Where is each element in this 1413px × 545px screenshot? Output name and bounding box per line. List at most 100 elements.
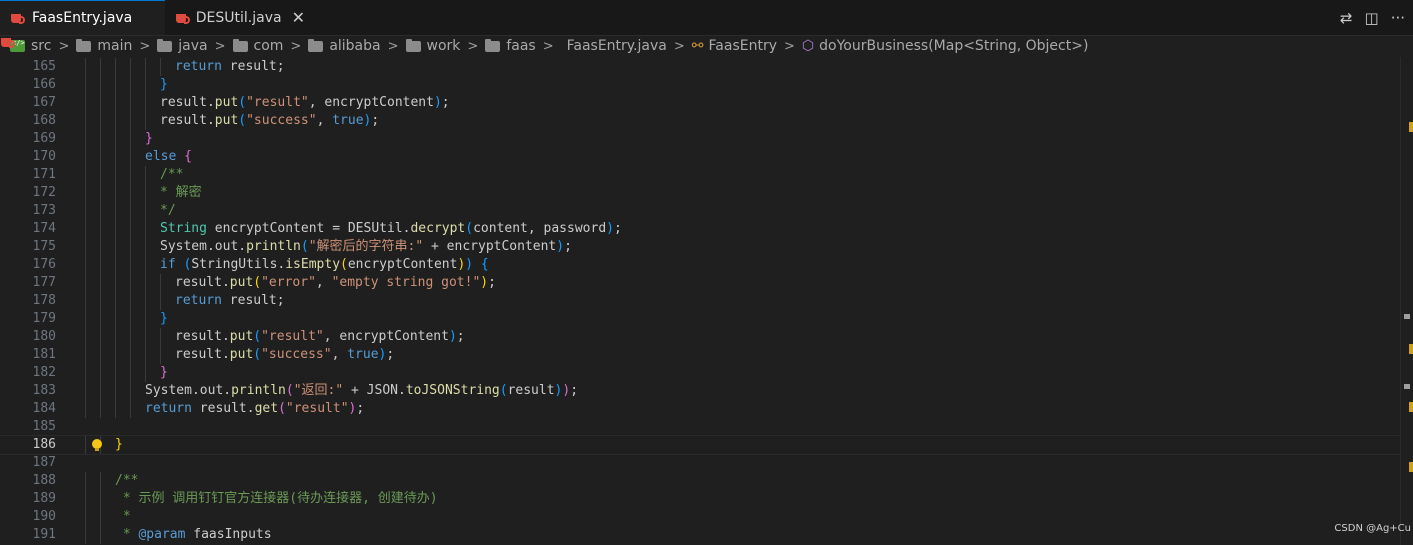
code-line[interactable]: 168 result.put("success", true); <box>0 112 1400 130</box>
breadcrumb-item-class[interactable]: ⚯ FaasEntry <box>692 38 777 54</box>
compare-changes-icon[interactable]: ⇄ <box>1340 9 1353 27</box>
line-number: 187 <box>32 455 56 470</box>
breadcrumb: src > main > java > com > alibaba > work… <box>0 35 1413 57</box>
indent-guide <box>130 238 131 256</box>
indent-guide <box>130 292 131 310</box>
breadcrumb-item-method[interactable]: ⬡ doYourBusiness(Map<String, Object>) <box>802 38 1089 54</box>
lightbulb-icon[interactable] <box>92 439 102 451</box>
code-line[interactable]: 178 return result; <box>0 292 1400 310</box>
overview-ruler-warning-marker <box>1409 344 1413 354</box>
code-token: ; <box>564 239 572 254</box>
code-line[interactable]: 166} <box>0 76 1400 94</box>
folder-icon <box>485 38 501 52</box>
code-token: */ <box>160 203 176 218</box>
code-line[interactable]: 173 */ <box>0 202 1400 220</box>
overview-ruler-warning-marker <box>1409 402 1413 412</box>
code-line[interactable]: 184 return result.get("result"); <box>0 400 1400 418</box>
code-text: * @param faasInputs <box>115 526 272 544</box>
code-line[interactable]: 180 result.put("result", encryptContent); <box>0 328 1400 346</box>
code-line[interactable]: 176 if (StringUtils.isEmpty(encryptConten… <box>0 256 1400 274</box>
indent-guide <box>115 292 116 310</box>
indent-guide <box>115 94 116 112</box>
close-icon[interactable]: ✕ <box>292 8 305 27</box>
indent-guide <box>100 346 101 364</box>
breadcrumb-item-file[interactable]: FaasEntry.java <box>561 38 667 54</box>
code-line[interactable]: 185 <box>0 418 1400 436</box>
indent-guide <box>85 238 86 256</box>
code-token: result. <box>160 95 215 110</box>
indent-guide <box>100 400 101 418</box>
indent-guide <box>100 526 101 544</box>
indent-guide <box>100 472 101 490</box>
code-token: ; <box>613 221 622 236</box>
code-line[interactable]: 172 * 解密 <box>0 184 1400 202</box>
code-token: ; <box>488 275 496 290</box>
code-line[interactable]: 177 result.put("error", "empty string got… <box>0 274 1400 292</box>
indent-guide <box>145 184 146 202</box>
indent-guide <box>100 94 101 112</box>
breadcrumb-item-java[interactable]: java <box>157 38 208 54</box>
code-line[interactable]: 182} <box>0 364 1400 382</box>
code-line[interactable]: 190 * <box>0 508 1400 526</box>
indent-guide <box>160 328 161 346</box>
code-text: result.put("success", true); <box>160 112 379 130</box>
code-line[interactable]: 191 * @param faasInputs <box>0 526 1400 544</box>
code-token: else <box>145 149 177 164</box>
more-actions-icon[interactable]: ··· <box>1391 9 1405 27</box>
line-number: 189 <box>32 491 56 506</box>
overview-ruler-warning-marker <box>1409 462 1413 472</box>
code-line[interactable]: 165 return result; <box>0 58 1400 76</box>
indent-guide <box>115 400 116 418</box>
code-text: */ <box>160 202 176 220</box>
indent-guide <box>100 76 101 94</box>
code-line[interactable]: 183 System.out.println("返回:" + JSON.toJSO… <box>0 382 1400 400</box>
indent-guide <box>160 346 161 364</box>
line-number: 168 <box>32 113 56 128</box>
code-text: result.put("error", "empty string got!")… <box>175 274 496 292</box>
code-text: } <box>145 130 153 148</box>
code-token: "success" <box>246 113 317 128</box>
indent-guide <box>115 58 116 76</box>
code-line[interactable]: 179} <box>0 310 1400 328</box>
line-number: 175 <box>32 239 56 254</box>
breadcrumb-item-main[interactable]: main <box>76 38 132 54</box>
code-token: ) <box>480 275 489 290</box>
code-editor[interactable]: 165 return result; 166} 167 result.put("resu… <box>0 57 1400 545</box>
tab-faasentry-java[interactable]: FaasEntry.java <box>0 0 165 35</box>
code-line[interactable]: 171 /** <box>0 166 1400 184</box>
split-editor-icon[interactable]: ◫ <box>1365 9 1379 27</box>
tab-desutil-java[interactable]: DESUtil.java ✕ <box>165 0 315 35</box>
line-number: 190 <box>32 509 56 524</box>
indent-guide <box>115 310 116 328</box>
code-token: "error" <box>261 275 316 290</box>
indent-guide <box>85 274 86 292</box>
breadcrumb-item-src[interactable]: src <box>10 38 51 54</box>
breadcrumb-item-work[interactable]: work <box>405 38 460 54</box>
breadcrumb-item-faas[interactable]: faas <box>485 38 536 54</box>
code-line[interactable]: 175 System.out.println("解密后的字符串:" + encry… <box>0 238 1400 256</box>
code-line[interactable]: 170 else { <box>0 148 1400 166</box>
code-line[interactable]: 174 String encryptContent = DESUtil.decry… <box>0 220 1400 238</box>
code-line[interactable]: 181 result.put("success", true); <box>0 346 1400 364</box>
indent-guide <box>100 508 101 526</box>
breadcrumb-item-com[interactable]: com <box>232 38 283 54</box>
code-token: { <box>480 257 489 272</box>
code-token: get <box>254 401 279 416</box>
breadcrumb-item-alibaba[interactable]: alibaba <box>308 38 381 54</box>
chevron-right-icon: > <box>783 38 795 54</box>
code-token: StringUtils. <box>191 257 286 272</box>
code-token: println <box>231 383 286 398</box>
code-token: } <box>160 77 168 92</box>
code-text: } <box>115 436 123 454</box>
code-line[interactable]: 169} <box>0 130 1400 148</box>
indent-guide <box>115 346 116 364</box>
indent-guide <box>85 292 86 310</box>
code-line[interactable]: 186} <box>0 435 1400 455</box>
code-line[interactable]: 189 * 示例 调用钉钉官方连接器(待办连接器, 创建待办) <box>0 490 1400 508</box>
code-line[interactable]: 167 result.put("result", encryptContent); <box>0 94 1400 112</box>
code-token: result. <box>175 329 230 344</box>
code-token: + encryptContent <box>423 239 557 254</box>
code-line[interactable]: 188 /** <box>0 472 1400 490</box>
code-line[interactable]: 187 <box>0 454 1400 472</box>
vertical-scrollbar[interactable] <box>1400 57 1413 545</box>
